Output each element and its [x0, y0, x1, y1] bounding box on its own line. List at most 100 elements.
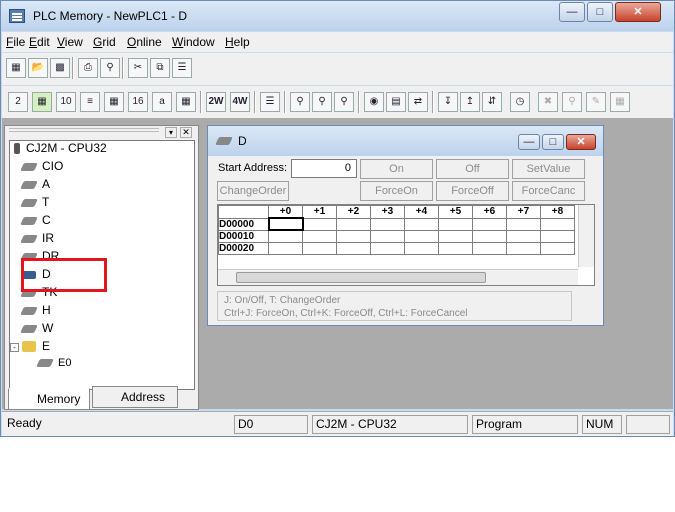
changeorder-button[interactable]: ChangeOrder: [217, 181, 289, 201]
grid-cell[interactable]: [540, 241, 575, 255]
grid-cell[interactable]: [438, 229, 473, 243]
tree-item-ir[interactable]: IR: [20, 231, 54, 245]
compare-icon[interactable]: ⇵: [482, 92, 502, 112]
monitor-icon[interactable]: ◉: [364, 92, 384, 112]
menu-window[interactable]: Window: [172, 35, 215, 49]
copy-icon[interactable]: ⧉: [150, 58, 170, 78]
forceon-button[interactable]: ForceOn: [360, 181, 433, 201]
print-preview-icon[interactable]: ⚲: [100, 58, 120, 78]
grid-cell[interactable]: [268, 229, 303, 243]
grid-cell[interactable]: [302, 241, 337, 255]
grid-cell[interactable]: [472, 241, 507, 255]
grid-cell[interactable]: [438, 217, 473, 231]
title-bar[interactable]: PLC Memory - NewPLC1 - D — □ ✕: [1, 1, 674, 31]
child-maximize-button[interactable]: □: [542, 134, 564, 150]
grid-cell-selected[interactable]: [267, 217, 304, 231]
close-button[interactable]: ✕: [615, 2, 661, 22]
menu-edit[interactable]: Edit: [29, 35, 50, 49]
tree-item-t[interactable]: T: [20, 195, 49, 209]
grid-cell[interactable]: [506, 229, 541, 243]
chart-icon[interactable]: ▤: [386, 92, 406, 112]
transfer-to-plc-icon[interactable]: ↥: [460, 92, 480, 112]
grid-cell[interactable]: [438, 241, 473, 255]
child-minimize-button[interactable]: —: [518, 134, 540, 150]
grid-cell[interactable]: [302, 217, 337, 231]
grid-cell[interactable]: [540, 229, 575, 243]
menu-online[interactable]: Online: [127, 35, 162, 49]
grid-cell[interactable]: [268, 241, 303, 255]
tree-item-h[interactable]: H: [20, 303, 51, 317]
hex-format-button[interactable]: 16: [128, 92, 148, 112]
grid-cell[interactable]: [370, 241, 405, 255]
address-icon[interactable]: ▦: [610, 92, 630, 112]
on-button[interactable]: On: [360, 159, 433, 179]
tree-item-c[interactable]: C: [20, 213, 51, 227]
decimal-format-button[interactable]: 10: [56, 92, 76, 112]
tree-item-a[interactable]: A: [20, 177, 50, 191]
setvalue-button[interactable]: SetValue: [512, 159, 585, 179]
zoom-icon[interactable]: ⚲: [290, 92, 310, 112]
maximize-button[interactable]: □: [587, 2, 613, 22]
grid-cell[interactable]: [336, 241, 371, 255]
menu-view[interactable]: View: [57, 35, 83, 49]
grid-cell[interactable]: [370, 229, 405, 243]
forceoff-button[interactable]: ForceOff: [436, 181, 509, 201]
cut-icon[interactable]: ✂: [128, 58, 148, 78]
off-button[interactable]: Off: [436, 159, 509, 179]
menu-help[interactable]: Help: [225, 35, 250, 49]
find-icon[interactable]: ⚲: [334, 92, 354, 112]
grid-cell[interactable]: [336, 229, 371, 243]
binary-format-button[interactable]: 2: [8, 92, 28, 112]
collapse-icon[interactable]: -: [10, 343, 19, 352]
force-icon[interactable]: ⚲: [562, 92, 582, 112]
menu-grid[interactable]: Grid: [93, 35, 116, 49]
paste-icon[interactable]: ☰: [172, 58, 192, 78]
transfer-icon[interactable]: ⇄: [408, 92, 428, 112]
float-icon[interactable]: ▦: [176, 92, 196, 112]
tree-item-w[interactable]: W: [20, 321, 53, 335]
ascii-format-button[interactable]: a: [152, 92, 172, 112]
print-icon[interactable]: ⎙: [78, 58, 98, 78]
grid-cell[interactable]: [472, 217, 507, 231]
tab-address[interactable]: Address: [92, 386, 178, 408]
tree-item-cio[interactable]: CIO: [20, 159, 63, 173]
grid-cell[interactable]: [540, 217, 575, 231]
grid-cell[interactable]: [336, 217, 371, 231]
search-icon[interactable]: ⚲: [312, 92, 332, 112]
list-icon[interactable]: ☰: [260, 92, 280, 112]
grid-cell[interactable]: [404, 229, 439, 243]
grid-cell[interactable]: [506, 217, 541, 231]
child-title-bar[interactable]: D — □ ✕: [208, 126, 603, 156]
tree-root[interactable]: CJ2M - CPU32: [14, 141, 107, 155]
vertical-scrollbar[interactable]: [578, 205, 594, 267]
tree-item-e[interactable]: -E: [10, 339, 50, 353]
panel-close-button[interactable]: ✕: [180, 127, 192, 138]
remove-icon[interactable]: ✖: [538, 92, 558, 112]
tree-item-e0[interactable]: E0: [36, 357, 71, 369]
grid-cell[interactable]: [404, 241, 439, 255]
open-icon[interactable]: 📂: [28, 58, 48, 78]
transfer-from-plc-icon[interactable]: ↧: [438, 92, 458, 112]
panel-dropdown-button[interactable]: ▾: [165, 127, 177, 138]
word-4w-button[interactable]: 4W: [230, 92, 250, 112]
grid-cell[interactable]: [472, 229, 507, 243]
start-address-input[interactable]: 0: [291, 159, 357, 178]
grid-cell[interactable]: [404, 217, 439, 231]
signed-decimal-icon[interactable]: ≡: [80, 92, 100, 112]
save-icon[interactable]: ▩: [50, 58, 70, 78]
horizontal-scrollbar[interactable]: [218, 269, 578, 285]
clock-icon[interactable]: ◷: [510, 92, 530, 112]
word-2w-button[interactable]: 2W: [206, 92, 226, 112]
new-icon[interactable]: ▦: [6, 58, 26, 78]
bcd-icon[interactable]: ▦: [104, 92, 124, 112]
grid-cell[interactable]: [302, 229, 337, 243]
minimize-button[interactable]: —: [559, 2, 585, 22]
decimal-icon[interactable]: ▦: [32, 92, 52, 112]
tab-memory[interactable]: Memory: [8, 388, 90, 410]
grid-cell[interactable]: [370, 217, 405, 231]
forcecancel-button[interactable]: ForceCanc: [512, 181, 585, 201]
child-close-button[interactable]: ✕: [566, 134, 596, 150]
grid-cell[interactable]: [506, 241, 541, 255]
menu-file[interactable]: File: [6, 35, 25, 49]
scroll-thumb[interactable]: [236, 272, 486, 283]
